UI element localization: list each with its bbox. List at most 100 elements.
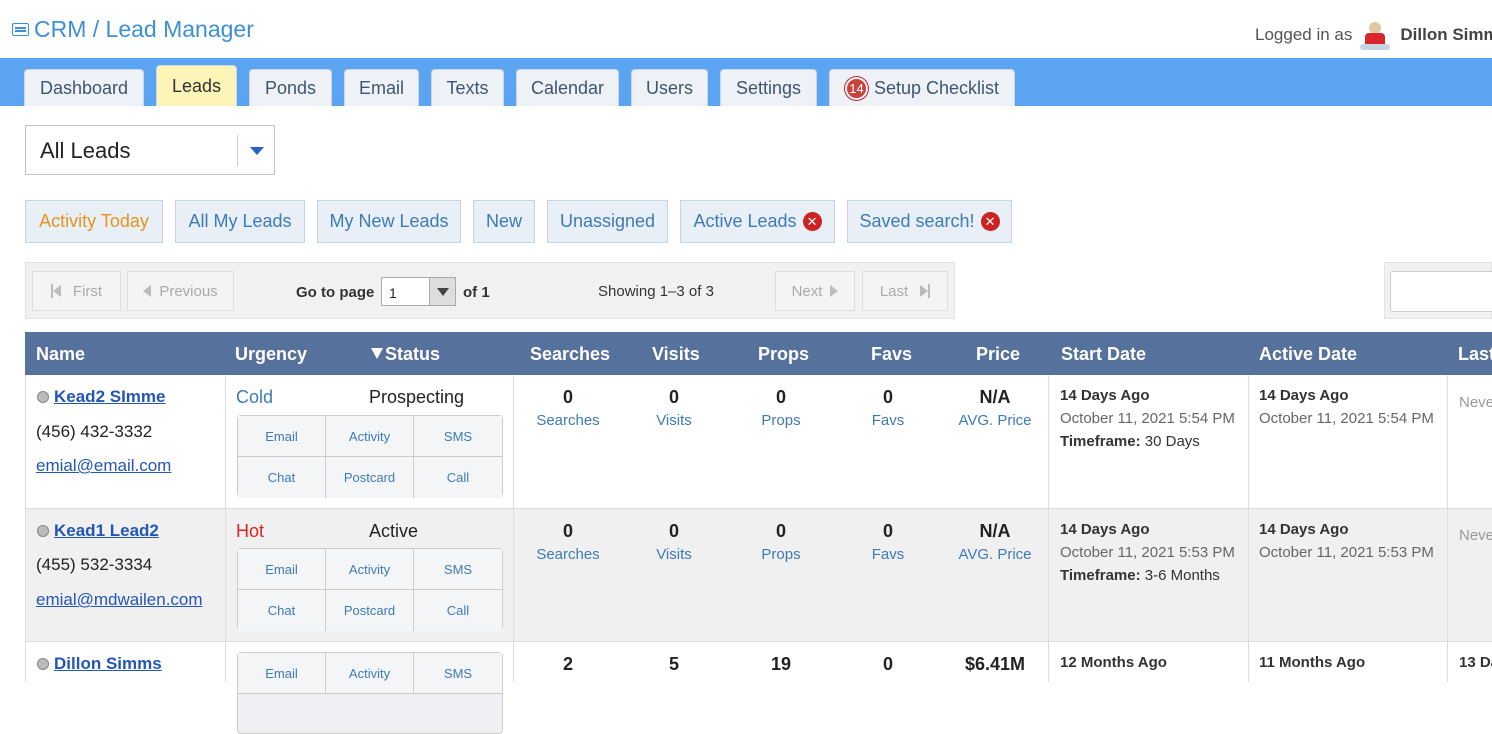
tab-texts[interactable]: Texts	[431, 69, 504, 106]
status-dot-icon	[37, 391, 49, 403]
email-action-button[interactable]: Email	[238, 416, 326, 457]
chevron-down-icon[interactable]	[250, 147, 264, 155]
email-action-button[interactable]: Email	[238, 549, 326, 590]
col-searches[interactable]: Searches	[530, 344, 610, 365]
price-stat[interactable]: N/A AVG. Price	[940, 387, 1050, 429]
col-status[interactable]: Status	[371, 344, 440, 365]
filter-all-my-leads[interactable]: All My Leads	[175, 200, 305, 243]
favs-stat[interactable]: 0	[833, 654, 943, 675]
col-urgency[interactable]: Urgency	[235, 344, 307, 365]
price-stat[interactable]: N/A AVG. Price	[940, 521, 1050, 563]
next-page-button[interactable]: Next	[775, 271, 855, 311]
filter-label: New	[485, 211, 522, 231]
previous-page-icon	[143, 285, 152, 297]
searches-stat[interactable]: 0 Searches	[513, 521, 623, 563]
tab-leads[interactable]: Leads	[156, 65, 237, 106]
filter-activity-today[interactable]: Activity Today	[25, 200, 163, 243]
filter-unassigned[interactable]: Unassigned	[547, 200, 668, 243]
start-date-relative: 14 Days Ago	[1060, 387, 1150, 404]
col-props[interactable]: Props	[758, 344, 809, 365]
pagination-bar: First Previous Go to page 1 of 1 Showing…	[25, 262, 955, 319]
filter-active-leads[interactable]: Active Leads ✕	[680, 200, 835, 243]
sms-action-button[interactable]: SMS	[414, 653, 502, 694]
lead-name-link[interactable]: Dillon Simms	[54, 654, 162, 674]
tab-calendar[interactable]: Calendar	[516, 69, 619, 106]
lead-phone: (455) 532-3334	[36, 555, 153, 574]
last-page-button[interactable]: Last	[862, 271, 948, 311]
col-visits[interactable]: Visits	[652, 344, 700, 365]
last-page-icon	[920, 285, 929, 297]
call-action-button[interactable]: Call	[414, 590, 502, 631]
remove-filter-icon[interactable]: ✕	[802, 212, 822, 231]
tab-ponds[interactable]: Ponds	[249, 69, 332, 106]
tab-dashboard[interactable]: Dashboard	[24, 69, 144, 106]
call-action-button[interactable]: Call	[414, 457, 502, 498]
activity-action-button[interactable]: Activity	[326, 416, 414, 457]
first-page-button[interactable]: First	[32, 271, 121, 311]
filter-label: Active Leads	[693, 211, 797, 231]
timeframe: Timeframe: 30 Days	[1060, 433, 1235, 450]
lead-email-link[interactable]: emial@email.com	[36, 456, 171, 476]
last-activity: 13 Da	[1459, 654, 1492, 671]
props-count: 19	[770, 654, 792, 674]
tab-setup-checklist[interactable]: 14 Setup Checklist	[829, 69, 1015, 106]
lead-actions: Email Activity SMS	[237, 652, 503, 734]
col-price[interactable]: Price	[976, 344, 1020, 365]
filter-label: Activity Today	[39, 211, 149, 231]
chat-action-button[interactable]: Chat	[238, 590, 326, 631]
lead-view-select[interactable]: All Leads	[25, 125, 275, 175]
sms-action-button[interactable]: SMS	[414, 416, 502, 457]
chat-action-button[interactable]: Chat	[238, 457, 326, 498]
lead-email-link[interactable]: emial@mdwailen.com	[36, 590, 203, 610]
col-last[interactable]: Last	[1458, 344, 1492, 365]
tab-users[interactable]: Users	[631, 69, 708, 106]
visits-stat[interactable]: 5	[619, 654, 729, 675]
col-active-date[interactable]: Active Date	[1259, 344, 1357, 365]
searches-count: 0	[562, 521, 573, 541]
props-stat[interactable]: 19	[726, 654, 836, 675]
active-date-absolute: October 11, 2021 5:53 PM	[1259, 544, 1434, 561]
lead-name-link[interactable]: Kead2 SImme	[54, 387, 166, 407]
col-status-label: Status	[385, 344, 441, 364]
col-favs[interactable]: Favs	[871, 344, 912, 365]
app-title[interactable]: CRM / Lead Manager	[12, 16, 254, 43]
postcard-action-button[interactable]: Postcard	[326, 457, 414, 498]
favs-stat[interactable]: 0 Favs	[833, 387, 943, 429]
table-row: Kead1 Lead2 (455) 532-3334 emial@mdwaile…	[25, 509, 1492, 642]
user-name[interactable]: Dillon Simms	[1400, 25, 1492, 45]
props-stat[interactable]: 0 Props	[726, 387, 836, 429]
searches-stat[interactable]: 2	[513, 654, 623, 675]
col-name[interactable]: Name	[36, 344, 85, 365]
activity-action-button[interactable]: Activity	[326, 653, 414, 694]
last-activity: Neve	[1459, 527, 1492, 544]
tab-email[interactable]: Email	[344, 69, 419, 106]
chevron-down-icon[interactable]	[429, 278, 455, 305]
next-page-icon	[830, 285, 839, 297]
col-start-date[interactable]: Start Date	[1061, 344, 1146, 365]
sms-action-button[interactable]: SMS	[414, 549, 502, 590]
lead-name-link[interactable]: Kead1 Lead2	[54, 521, 159, 541]
previous-page-button[interactable]: Previous	[127, 271, 234, 311]
next-page-label: Next	[791, 282, 823, 300]
filter-my-new-leads[interactable]: My New Leads	[317, 200, 461, 243]
avatar[interactable]	[1358, 18, 1392, 52]
avg-price-value: $6.41M	[964, 654, 1026, 674]
email-action-button[interactable]: Email	[238, 653, 326, 694]
filter-saved-search[interactable]: Saved search! ✕	[847, 200, 1012, 243]
filter-new[interactable]: New	[473, 200, 535, 243]
timeframe-label: Timeframe:	[1060, 567, 1141, 584]
table-search-input[interactable]	[1390, 271, 1492, 312]
tab-settings[interactable]: Settings	[720, 69, 817, 106]
page-number-select[interactable]: 1	[381, 277, 456, 306]
searches-stat[interactable]: 0 Searches	[513, 387, 623, 429]
props-stat[interactable]: 0 Props	[726, 521, 836, 563]
visits-stat[interactable]: 0 Visits	[619, 387, 729, 429]
favs-count: 0	[882, 654, 893, 674]
remove-filter-icon[interactable]: ✕	[980, 212, 1000, 231]
activity-action-button[interactable]: Activity	[326, 549, 414, 590]
postcard-action-button[interactable]: Postcard	[326, 590, 414, 631]
favs-stat[interactable]: 0 Favs	[833, 521, 943, 563]
visits-stat[interactable]: 0 Visits	[619, 521, 729, 563]
page-number-value: 1	[389, 285, 397, 301]
price-stat[interactable]: $6.41M	[940, 654, 1050, 675]
